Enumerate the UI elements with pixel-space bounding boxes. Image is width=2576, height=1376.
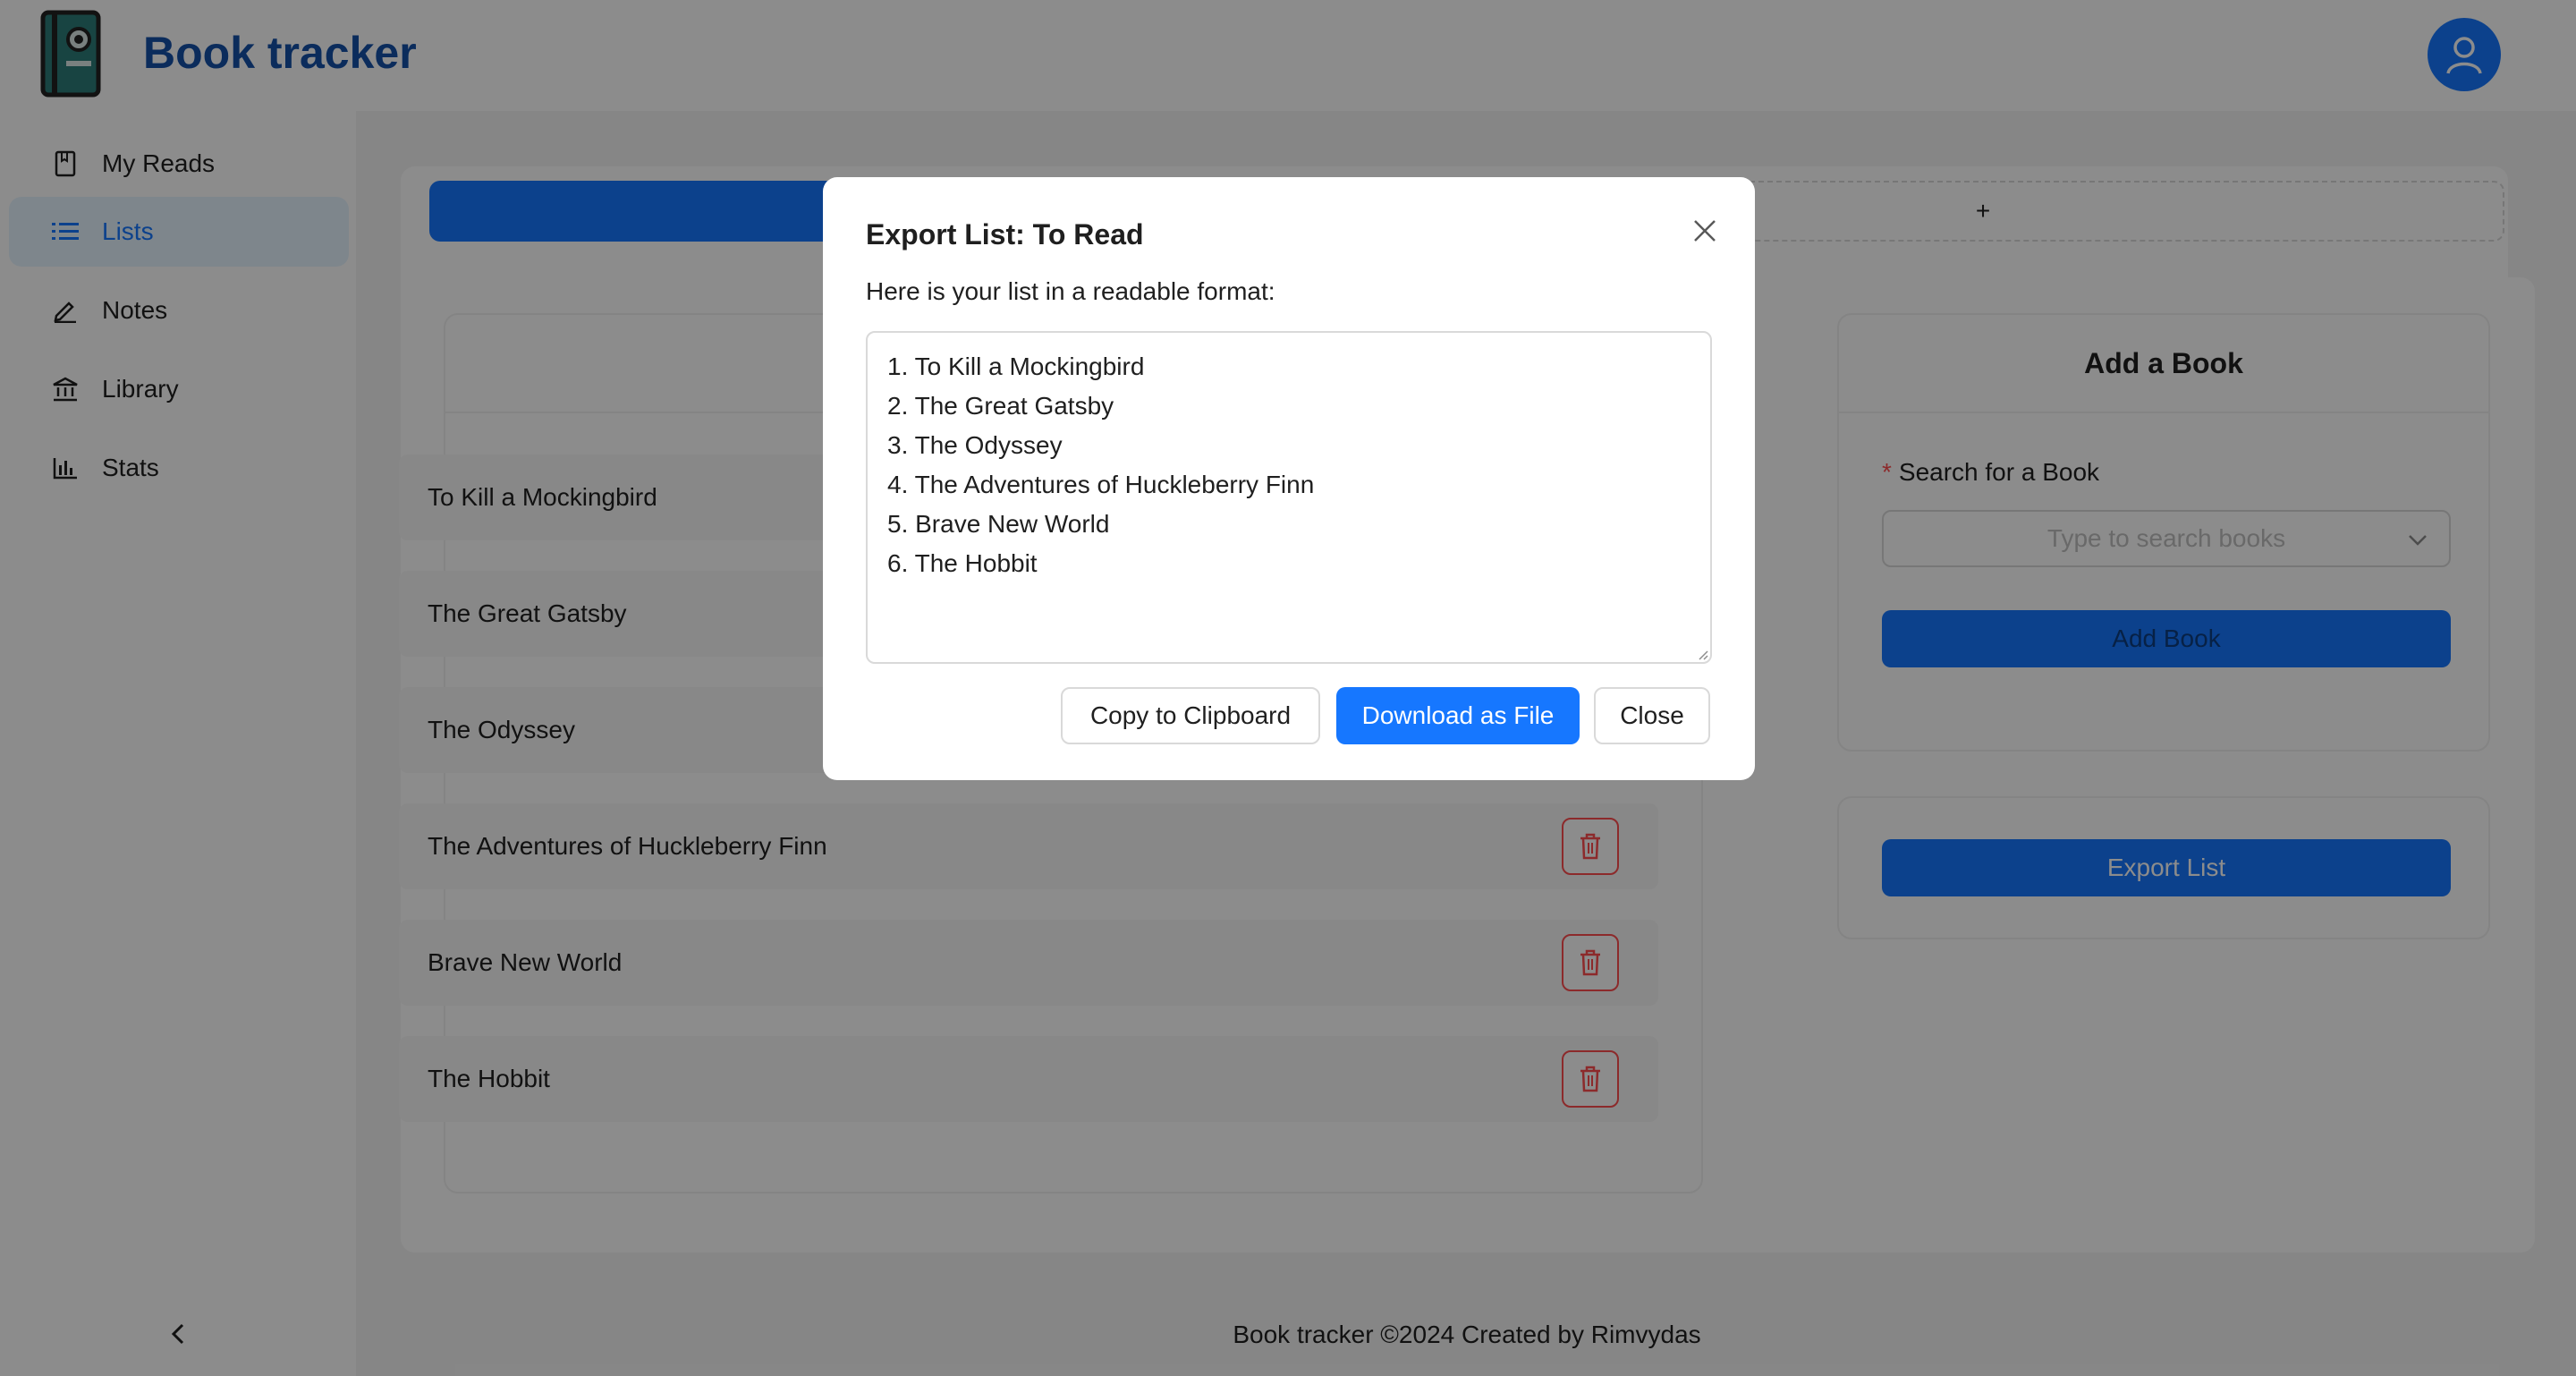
modal-description: Here is your list in a readable format: [866, 277, 1275, 305]
close-button[interactable]: Close [1594, 687, 1710, 744]
close-icon [1694, 220, 1716, 242]
copy-to-clipboard-button[interactable]: Copy to Clipboard [1061, 687, 1320, 744]
download-file-button[interactable]: Download as File [1336, 687, 1580, 744]
export-textarea[interactable]: 1. To Kill a Mockingbird 2. The Great Ga… [866, 331, 1712, 664]
export-modal: Export List: To Read Here is your list i… [823, 177, 1755, 780]
modal-close-button[interactable] [1687, 213, 1723, 249]
modal-title: Export List: To Read [866, 218, 1144, 251]
resize-handle-icon[interactable] [1696, 648, 1708, 660]
